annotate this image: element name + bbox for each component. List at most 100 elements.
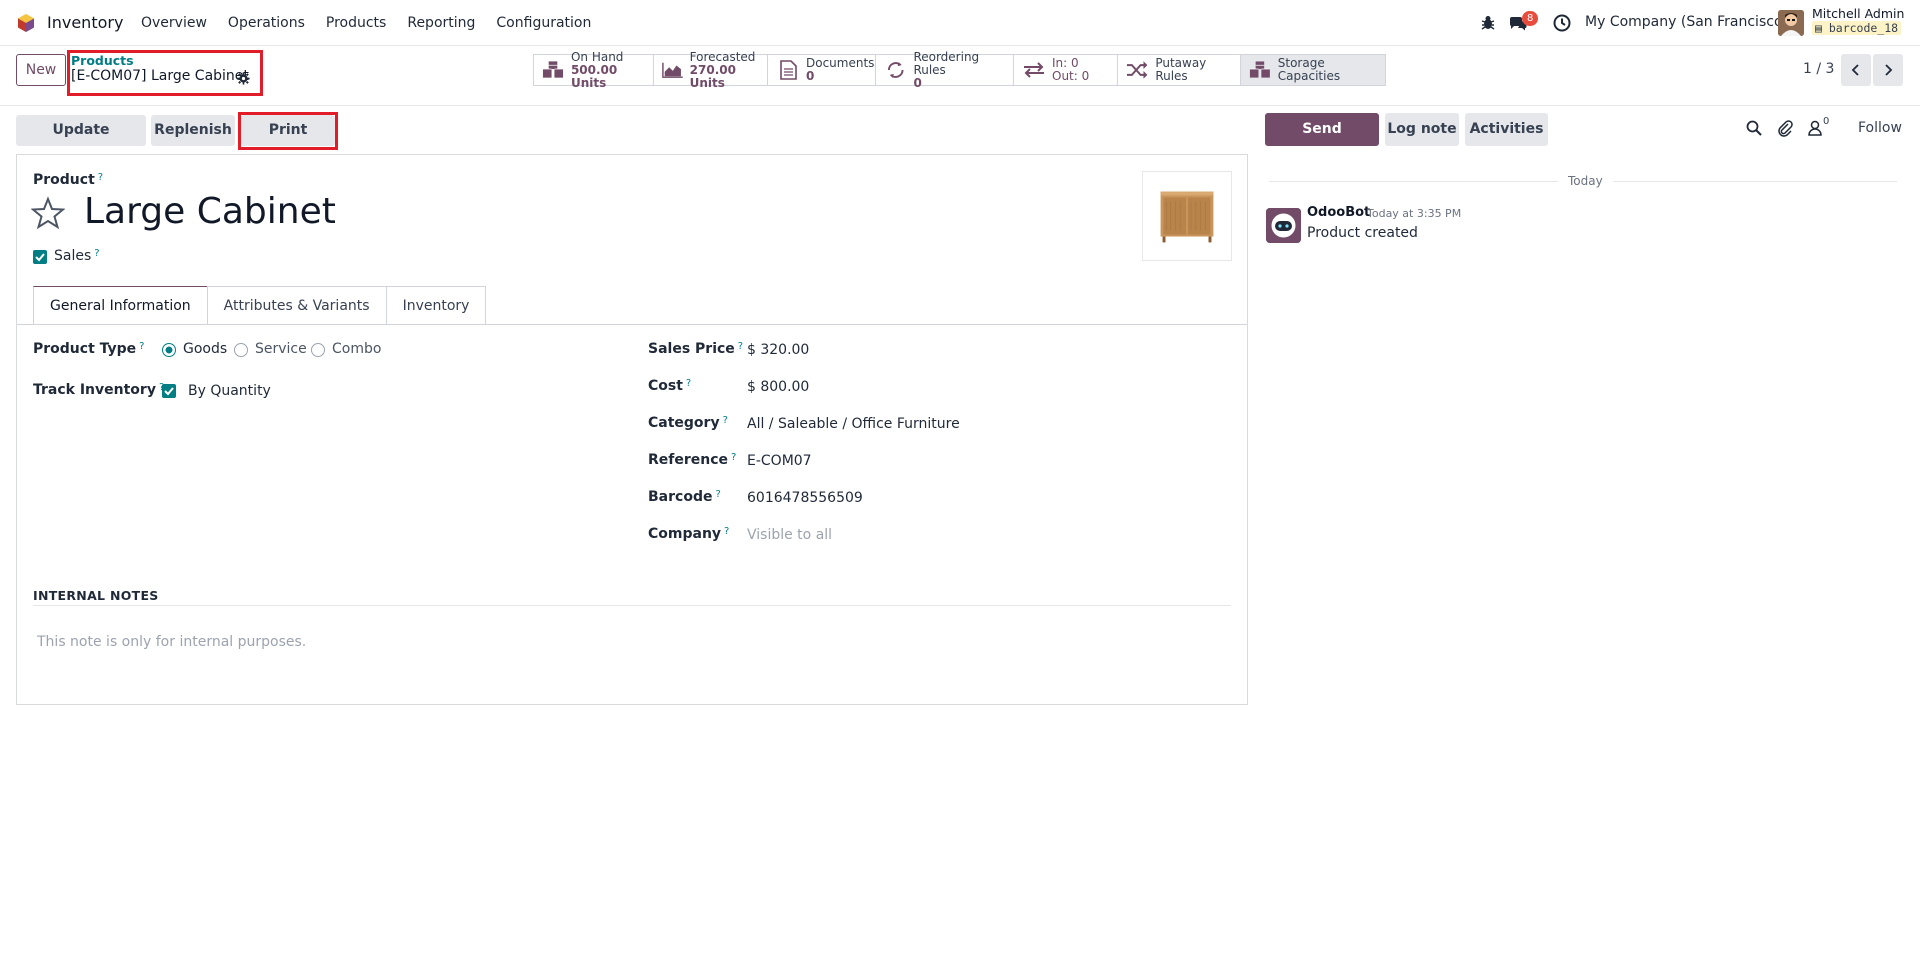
cost-label: Cost (648, 378, 683, 394)
help-icon[interactable]: ? (94, 248, 99, 259)
activities-button[interactable]: Activities (1465, 113, 1548, 146)
track-inventory-checkbox[interactable] (162, 384, 176, 398)
pager-next-button[interactable] (1873, 54, 1903, 86)
cost-field[interactable]: $ 800.00 (747, 379, 809, 395)
update-quantity-button[interactable]: Update Quantity (16, 115, 146, 169)
product-type-service-radio[interactable] (234, 343, 248, 357)
product-type-combo-label[interactable]: Combo (332, 341, 381, 357)
send-message-button[interactable]: Send message (1265, 113, 1379, 170)
log-note-button[interactable]: Log note (1385, 113, 1459, 146)
help-icon[interactable]: ? (686, 378, 691, 389)
pager-previous-button[interactable] (1841, 54, 1871, 86)
menu-operations[interactable]: Operations (228, 0, 305, 46)
reordering-label: Reordering Rules (913, 49, 980, 77)
company-field[interactable]: Visible to all (747, 527, 832, 543)
star-icon[interactable] (31, 196, 65, 230)
section-divider (33, 605, 1231, 606)
barcode-label: Barcode (648, 489, 713, 505)
document-icon (780, 60, 797, 80)
smart-button-documents[interactable]: Documents 0 (767, 54, 875, 86)
paperclip-icon[interactable] (1777, 119, 1793, 137)
app-name[interactable]: Inventory (47, 13, 123, 32)
shuffle-icon (1126, 61, 1148, 79)
tab-attributes-variants[interactable]: Attributes & Variants (206, 286, 387, 325)
product-label: Product (33, 172, 95, 188)
menu-products[interactable]: Products (326, 0, 386, 46)
help-icon[interactable]: ? (731, 452, 736, 463)
help-icon[interactable]: ? (715, 489, 720, 500)
forecasted-value: 270.00 Units (689, 62, 736, 90)
internal-notes-field[interactable]: This note is only for internal purposes. (37, 634, 306, 650)
help-icon[interactable]: ? (98, 172, 103, 183)
user-avatar[interactable] (1778, 10, 1804, 36)
clock-icon[interactable] (1552, 13, 1572, 33)
search-icon[interactable] (1746, 120, 1762, 136)
product-name[interactable]: Large Cabinet (84, 191, 336, 232)
menu-configuration[interactable]: Configuration (496, 0, 591, 46)
pager-value[interactable]: 1 / 3 (1803, 61, 1834, 77)
storage-label: Storage Capacities (1277, 56, 1341, 83)
print-labels-highlight (238, 112, 338, 150)
product-type-label: Product Type (33, 341, 137, 357)
follow-button[interactable]: Follow (1858, 120, 1902, 136)
replenish-button[interactable]: Replenish (151, 115, 235, 146)
main-menu: Overview Operations Products Reporting C… (141, 0, 612, 46)
help-icon[interactable]: ? (724, 526, 729, 537)
breadcrumb-products[interactable]: Products (71, 53, 134, 68)
tab-divider (17, 324, 1247, 325)
smart-button-on-hand[interactable]: On Hand 500.00 Units (533, 50, 653, 89)
new-button[interactable]: New (16, 54, 66, 86)
control-panel: New Products [E-COM07] Large Cabinet On … (0, 46, 1920, 106)
product-type-goods-label[interactable]: Goods (183, 341, 227, 357)
barcode-field[interactable]: 6016478556509 (747, 490, 863, 506)
smart-button-reordering-rules[interactable]: Reordering Rules 0 (875, 49, 1013, 89)
smart-button-putaway-rules[interactable]: Putaway Rules (1117, 54, 1240, 86)
tab-general-information[interactable]: General Information (33, 286, 208, 325)
category-field[interactable]: All / Saleable / Office Furniture (747, 416, 960, 432)
reference-field[interactable]: E-COM07 (747, 453, 812, 469)
cubes-icon (542, 61, 564, 78)
help-icon[interactable]: ? (139, 341, 144, 352)
smart-button-forecasted[interactable]: Forecasted 270.00 Units (653, 50, 767, 89)
app-logo-icon[interactable] (16, 13, 36, 33)
breadcrumb-current: [E-COM07] Large Cabinet (71, 68, 249, 84)
followers-icon[interactable] (1808, 120, 1822, 136)
on-hand-value: 500.00 Units (570, 62, 618, 90)
sales-price-field[interactable]: $ 320.00 (747, 342, 809, 358)
help-icon[interactable]: ? (738, 341, 743, 352)
internal-notes-heading: INTERNAL NOTES (33, 588, 159, 603)
sales-label: Sales (54, 248, 92, 264)
user-name[interactable]: Mitchell Admin (1812, 6, 1904, 21)
documents-value: 0 (806, 69, 815, 83)
tab-inventory[interactable]: Inventory (385, 286, 487, 325)
odoobot-avatar[interactable] (1266, 208, 1301, 243)
bug-icon[interactable] (1478, 13, 1498, 33)
menu-overview[interactable]: Overview (141, 0, 207, 46)
out-count: Out: 0 (1052, 69, 1090, 83)
help-icon[interactable]: ? (723, 415, 728, 426)
smart-button-storage-capacities[interactable]: Storage Capacities (1240, 54, 1386, 86)
product-image[interactable] (1142, 171, 1232, 261)
messages-badge: 8 (1522, 11, 1539, 26)
product-type-service-label[interactable]: Service (255, 341, 307, 357)
product-type-combo-radio[interactable] (311, 343, 325, 357)
documents-label: Documents (806, 56, 875, 70)
database-name-text: barcode_18 (1828, 21, 1899, 35)
area-chart-icon (662, 62, 683, 78)
category-label: Category (648, 415, 720, 431)
putaway-label: Putaway Rules (1155, 56, 1207, 83)
track-inventory-method[interactable]: By Quantity (188, 383, 271, 399)
company-switcher[interactable]: My Company (San Francisco) (1585, 14, 1788, 30)
database-name: ▤ barcode_18 (1812, 21, 1902, 35)
message-body: Product created (1307, 225, 1418, 241)
smart-button-in-out[interactable]: In: 0 Out: 0 (1013, 54, 1117, 86)
product-type-goods-radio[interactable] (162, 343, 176, 357)
menu-reporting[interactable]: Reporting (407, 0, 475, 46)
day-separator-label: Today (1558, 174, 1613, 188)
message-timestamp: Today at 3:35 PM (1367, 207, 1462, 220)
track-inventory-label: Track Inventory (33, 382, 156, 398)
gear-icon[interactable] (237, 72, 250, 85)
message-author[interactable]: OdooBot (1307, 205, 1370, 220)
reordering-value: 0 (913, 75, 922, 90)
sales-checkbox[interactable] (33, 250, 47, 264)
